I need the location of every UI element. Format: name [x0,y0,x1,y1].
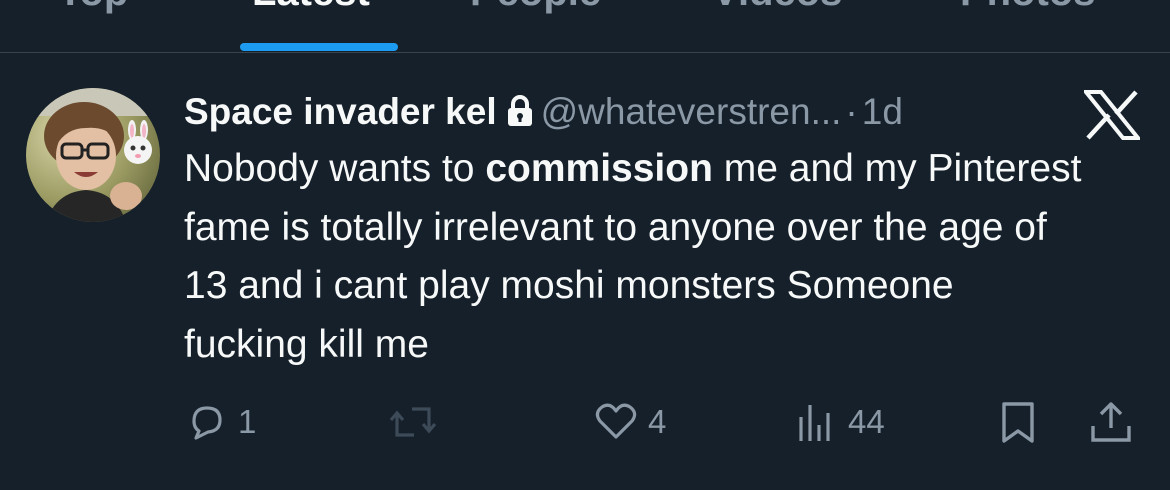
like-icon [594,401,638,443]
like-button[interactable]: 4 [594,396,666,448]
avatar[interactable] [26,88,160,222]
like-count: 4 [648,403,667,440]
tweet-text-bold: commission [485,147,713,190]
tab-bar: Top Latest People Videos Photos [0,0,1170,53]
views-button[interactable]: 44 [796,396,885,448]
tab-photos[interactable]: Photos [960,0,1096,12]
tab-videos[interactable]: Videos [712,0,842,12]
tweet-header: Space invader kel @whateverstren... · 1d [184,86,1084,138]
bookmark-icon [998,400,1038,444]
tab-people[interactable]: People [470,0,601,12]
tweet-text: Nobody wants to commission me and my Pin… [184,140,1084,374]
reply-count: 1 [238,403,257,440]
reply-button[interactable]: 1 [186,396,256,448]
lock-icon [507,89,533,141]
display-name[interactable]: Space invader kel [184,91,497,132]
tab-top[interactable]: Top [58,0,128,12]
timestamp[interactable]: 1d [862,91,903,132]
separator-dot: · [845,91,858,132]
bookmark-button[interactable] [998,396,1038,448]
tab-latest[interactable]: Latest [252,0,370,12]
retweet-icon [388,401,438,443]
views-count: 44 [848,403,885,440]
share-button[interactable] [1088,396,1134,448]
reply-icon [186,401,228,443]
tweet-text-part1: Nobody wants to [184,147,486,190]
retweet-button[interactable] [388,396,438,448]
views-icon [796,401,838,443]
x-logo-icon [1081,90,1143,140]
share-icon [1088,400,1134,444]
active-tab-indicator [240,43,398,51]
user-handle[interactable]: @whateverstren... [541,91,842,132]
